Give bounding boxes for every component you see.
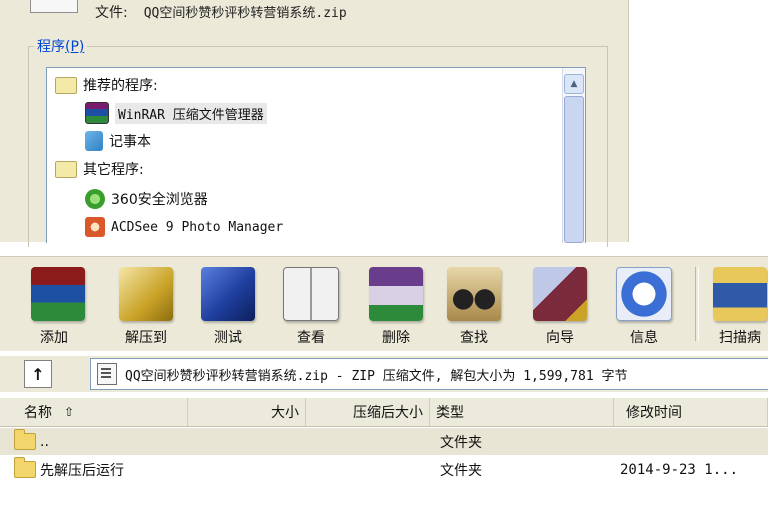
toolbar-button-find[interactable]: 查找: [438, 259, 510, 347]
row-name-cell: 先解压后运行: [14, 456, 124, 483]
list-scrollbar[interactable]: ▲: [562, 68, 585, 243]
table-row[interactable]: .. 文件夹: [0, 428, 768, 455]
toolbar-button-extract-to[interactable]: 解压到: [110, 259, 182, 347]
column-header-packed-size[interactable]: 压缩后大小: [306, 398, 430, 426]
row-type-cell: 文件夹: [440, 462, 482, 479]
archive-path-text: QQ空间秒赞秒评秒转营销系统.zip - ZIP 压缩文件, 解包大小为 1,5…: [125, 368, 628, 384]
find-icon: [447, 267, 501, 321]
toolbar-button-wizard[interactable]: 向导: [524, 259, 596, 347]
file-list[interactable]: 名称 ⇧ 大小 压缩后大小 类型 修改时间 .. 文件夹 先解压后运行 文件夹 …: [0, 398, 768, 510]
row-name-cell: ..: [14, 428, 49, 455]
file-name: QQ空间秒赞秒评秒转营销系统.zip: [143, 6, 347, 21]
toolbar-separator: [695, 267, 699, 341]
program-item-winrar[interactable]: WinRAR 压缩文件管理器: [85, 100, 267, 126]
scan-virus-icon: [713, 267, 767, 321]
address-bar: ↑ QQ空间秒赞秒评秒转营销系统.zip - ZIP 压缩文件, 解包大小为 1…: [0, 356, 768, 392]
file-label: 文件:: [95, 5, 128, 21]
add-archive-icon: [31, 267, 85, 321]
zip-file-icon: [97, 363, 117, 385]
folder-icon: [14, 429, 36, 450]
column-header-type[interactable]: 类型: [430, 398, 614, 426]
notepad-icon: [85, 131, 103, 151]
acdsee-icon: [85, 217, 105, 237]
delete-icon: [369, 267, 423, 321]
winrar-window: 添加 解压到 测试 查看 删除 查找 向导 信息 扫描病 ↑ QQ空间秒赞秒评秒…: [0, 256, 768, 510]
program-item-acdsee[interactable]: ACDSee 9 Photo Manager: [85, 214, 283, 240]
file-info: 文件: QQ空间秒赞秒评秒转营销系统.zip: [95, 2, 347, 22]
open-with-dialog: 文件: QQ空间秒赞秒评秒转营销系统.zip 程序(P) 推荐的程序: WinRA…: [0, 0, 629, 247]
column-header-name[interactable]: 名称 ⇧: [0, 398, 188, 426]
toolbar-button-view[interactable]: 查看: [275, 259, 347, 347]
column-header-row: 名称 ⇧ 大小 压缩后大小 类型 修改时间: [0, 398, 768, 427]
info-icon: [616, 267, 672, 321]
toolbar-button-scan-virus[interactable]: 扫描病: [704, 259, 768, 347]
column-header-modified[interactable]: 修改时间: [614, 398, 768, 426]
file-icon: [30, 0, 78, 13]
program-list[interactable]: 推荐的程序: WinRAR 压缩文件管理器 记事本 其它程序: 360安全浏览器…: [46, 67, 586, 243]
view-icon: [283, 267, 339, 321]
category-other[interactable]: 其它程序:: [55, 156, 144, 182]
toolbar-button-add[interactable]: 添加: [22, 259, 94, 347]
folder-icon: [55, 76, 77, 94]
archive-path-field[interactable]: QQ空间秒赞秒评秒转营销系统.zip - ZIP 压缩文件, 解包大小为 1,5…: [90, 358, 768, 390]
programs-group-label: 程序(P): [34, 36, 88, 56]
winrar-icon: [85, 102, 109, 124]
table-row[interactable]: 先解压后运行 文件夹 2014-9-23 1...: [0, 456, 768, 483]
toolbar-button-info[interactable]: 信息: [608, 259, 680, 347]
up-one-level-button[interactable]: ↑: [24, 360, 52, 388]
column-header-size[interactable]: 大小: [188, 398, 306, 426]
program-item-360-browser[interactable]: 360安全浏览器: [85, 186, 208, 212]
wizard-icon: [533, 267, 587, 321]
row-modified-cell: 2014-9-23 1...: [620, 461, 739, 478]
extract-to-icon: [119, 267, 173, 321]
folder-icon: [55, 160, 77, 178]
360-browser-icon: [85, 189, 105, 209]
sort-ascending-icon: ⇧: [64, 405, 75, 419]
test-icon: [201, 267, 255, 321]
winrar-toolbar: 添加 解压到 测试 查看 删除 查找 向导 信息 扫描病: [0, 256, 768, 351]
scroll-up-icon[interactable]: ▲: [564, 74, 584, 94]
scroll-thumb[interactable]: [564, 96, 584, 243]
program-item-notepad[interactable]: 记事本: [85, 128, 151, 154]
toolbar-button-delete[interactable]: 删除: [360, 259, 432, 347]
row-type-cell: 文件夹: [440, 434, 482, 451]
folder-icon: [14, 457, 36, 478]
category-recommended[interactable]: 推荐的程序:: [55, 72, 158, 98]
toolbar-button-test[interactable]: 测试: [192, 259, 264, 347]
